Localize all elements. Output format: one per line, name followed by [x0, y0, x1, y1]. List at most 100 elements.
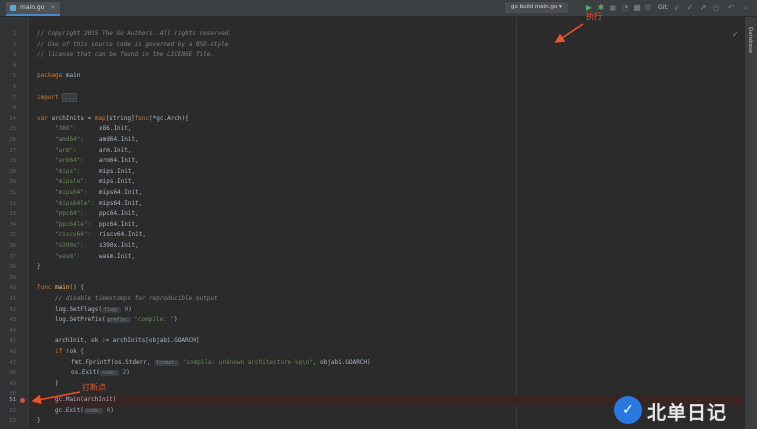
breakpoint-icon[interactable]	[20, 398, 25, 403]
settings-icon[interactable]: ⚙	[643, 3, 653, 13]
ide-window: main.go ✕ go build main.go ▾ ▶ ✱ ▣ ◔ ■ ⚙…	[0, 0, 757, 429]
line-number: 53	[9, 418, 16, 425]
line-number: 29	[9, 168, 16, 175]
line-number: 33	[9, 211, 16, 218]
profile-icon[interactable]: ◔	[620, 3, 630, 13]
map-key: "wasm":	[55, 252, 81, 260]
line-number: 40	[9, 285, 16, 292]
code-line: log.SetFlags(flag: 0)	[55, 305, 132, 316]
map-value: ppc64.Init,	[99, 220, 139, 228]
parameter-hint: code:	[99, 370, 119, 377]
map-value: amd64.Init,	[99, 136, 139, 143]
line-number: 38	[9, 264, 16, 271]
map-key: "arm64":	[55, 157, 84, 165]
line-number: 8	[12, 105, 16, 112]
line-number: 2	[12, 41, 16, 48]
stop-icon[interactable]: ■	[632, 3, 642, 13]
folded-imports[interactable]: ...	[62, 92, 78, 102]
string-literal: "compile: unknown architecture %q\n"	[179, 358, 313, 366]
go-file-icon	[10, 5, 16, 11]
code-line: // Copyright 2015 The Go Authors. All ri…	[37, 30, 233, 37]
line-number: 4	[12, 62, 16, 69]
code-token: !ok {	[62, 348, 84, 355]
line-number: 24	[9, 115, 16, 122]
code-token: [string]	[105, 114, 135, 122]
line-number: 41	[9, 296, 16, 302]
code-line: "mips": mips.Init,	[55, 167, 135, 178]
wechat-logo-icon: ✓	[614, 396, 642, 424]
code-line: "s390x": s390x.Init,	[55, 241, 139, 252]
code-line: }	[55, 379, 59, 387]
line-number: 25	[9, 126, 16, 133]
map-key: "ppc64":	[55, 210, 84, 218]
line-number: 28	[9, 158, 16, 165]
run-configuration-label: go build main.go	[511, 4, 558, 10]
line-number: 49	[9, 380, 16, 387]
code-line: "mips64": mips64.Init,	[55, 188, 142, 199]
code-line: // Use of this source code is governed b…	[37, 40, 229, 48]
keyword: func	[134, 114, 150, 122]
code-line: log.SetPrefix(prefix: "compile: ")	[55, 315, 178, 326]
map-key: "amd64":	[55, 136, 84, 143]
map-key: "mipsle":	[55, 178, 88, 186]
map-value: arm64.Init,	[99, 157, 139, 165]
tab-main-go[interactable]: main.go ✕	[6, 2, 61, 16]
code-line: fmt.Fprintf(os.Stderr, format: "compile:…	[71, 358, 371, 369]
run-configuration-select[interactable]: go build main.go ▾	[505, 2, 568, 13]
code-token: log.SetFlags(	[55, 305, 102, 313]
undo-icon[interactable]: ↶	[726, 3, 736, 13]
function-name: main	[51, 284, 70, 292]
keyword: func	[37, 284, 52, 292]
coverage-icon[interactable]: ▣	[608, 3, 618, 13]
code-line: "amd64": amd64.Init,	[55, 135, 139, 146]
map-key: "s390x":	[55, 242, 84, 249]
line-number: 51	[9, 397, 16, 403]
parameter-hint: flag:	[101, 306, 122, 313]
code-token: )	[126, 369, 130, 377]
editor-tab-bar: main.go ✕ go build main.go ▾ ▶ ✱ ▣ ◔ ■ ⚙…	[0, 0, 757, 17]
code-line: "mips64le": mips64.Init,	[55, 199, 142, 210]
code-token: os.Exit(	[71, 369, 100, 377]
code-line: os.Exit(code: 2)	[71, 368, 130, 379]
keyword: map	[94, 114, 106, 122]
code-editor[interactable]: // Copyright 2015 The Go Authors. All ri…	[29, 17, 744, 429]
map-value: mips64.Init,	[99, 189, 143, 196]
map-value: wasm.Init,	[99, 252, 136, 260]
code-line: "arm64": arm64.Init,	[55, 156, 139, 167]
map-value: mips.Init,	[99, 178, 136, 186]
code-line: func main() {	[37, 283, 84, 294]
git-history-icon[interactable]: ◷	[711, 3, 721, 13]
line-number: 45	[9, 338, 16, 345]
code-token: , objabi.GOARCH)	[312, 358, 371, 366]
map-key: "arm":	[55, 146, 77, 154]
code-line: gc.Exit(code: 0)	[55, 406, 114, 417]
map-value: s390x.Init,	[99, 242, 139, 249]
tab-close-icon[interactable]: ✕	[50, 4, 55, 11]
git-push-icon[interactable]: ↗	[698, 3, 708, 13]
map-value: arm.Init,	[99, 146, 132, 154]
code-token: log.SetPrefix(	[55, 316, 106, 324]
code-line: // license that can be found in the LICE…	[37, 51, 215, 59]
line-number: 42	[9, 306, 16, 313]
search-icon[interactable]: ⌕	[741, 3, 751, 13]
line-number: 34	[9, 221, 16, 228]
code-token: )	[128, 305, 132, 313]
watermark-logo: ✓ 北单日记	[614, 394, 748, 428]
map-key: "ppc64le":	[55, 220, 92, 228]
tab-label: main.go	[20, 4, 45, 11]
line-number: 7	[12, 94, 16, 101]
code-line: if !ok {	[55, 347, 84, 358]
line-number: 44	[9, 327, 16, 334]
code-token: fmt.Fprintf(os.Stderr,	[71, 358, 151, 366]
map-value: mips.Init,	[99, 167, 136, 175]
code-line-breakpoint: gc.Main(archInit)	[55, 396, 117, 403]
code-line: "riscv64": riscv64.Init,	[55, 230, 146, 241]
code-token: gc.Exit(	[55, 406, 84, 414]
keyword: import	[37, 93, 59, 101]
git-update-icon[interactable]: ↙	[672, 3, 682, 13]
line-number: 27	[9, 147, 16, 154]
git-commit-icon[interactable]: ✓	[685, 3, 695, 13]
database-panel-tab[interactable]: Database	[747, 27, 753, 53]
line-number: 31	[9, 190, 16, 196]
line-number: 6	[12, 84, 16, 90]
